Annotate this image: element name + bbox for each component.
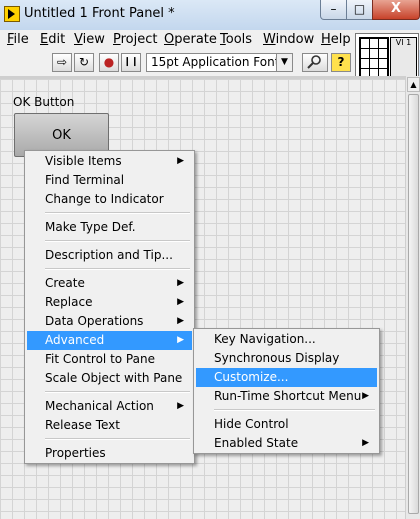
- minimize-icon: –: [330, 2, 337, 16]
- menu-item-label: Make Type Def.: [45, 220, 136, 234]
- ctx-item-fit-control-to-pane[interactable]: Fit Control to Pane: [27, 350, 192, 369]
- menu-item-label: Replace: [45, 295, 93, 309]
- menu-edit[interactable]: Edit: [40, 32, 65, 47]
- submenu-arrow-icon: ▶: [177, 316, 184, 326]
- menu-item-label: Enabled State: [214, 436, 299, 450]
- minimize-button[interactable]: –: [320, 0, 347, 20]
- font-select[interactable]: 15pt Application Font ▼: [146, 53, 293, 72]
- ok-button-label: OK Button: [13, 95, 75, 109]
- menu-view[interactable]: View: [74, 32, 105, 47]
- menu-separator: [45, 268, 190, 270]
- context-help-icon[interactable]: ?: [331, 53, 351, 72]
- menu-item-label: Visible Items: [45, 154, 122, 168]
- menu-item-label: Properties: [45, 446, 106, 460]
- adv-item-enabled-state[interactable]: Enabled State ▶: [196, 434, 377, 453]
- menu-file[interactable]: File: [7, 32, 29, 47]
- menu-separator: [45, 438, 190, 440]
- connector-grid-icon: [359, 37, 389, 79]
- submenu-arrow-icon: ▶: [177, 156, 184, 166]
- title-bar: Untitled 1 Front Panel * – □ X: [0, 0, 420, 30]
- menu-project[interactable]: Project: [113, 32, 158, 47]
- submenu-arrow-icon: ▶: [177, 335, 184, 345]
- vi-icon-label: VI 1: [395, 38, 412, 47]
- menu-help[interactable]: Help: [321, 32, 351, 47]
- menu-item-label: Change to Indicator: [45, 192, 164, 206]
- ctx-item-change-to-indicator[interactable]: Change to Indicator: [27, 190, 192, 209]
- menu-separator: [45, 240, 190, 242]
- chevron-down-icon: ▼: [276, 54, 292, 71]
- ctx-item-create[interactable]: Create ▶: [27, 274, 192, 293]
- submenu-arrow-icon: ▶: [177, 278, 184, 288]
- adv-item-customize[interactable]: Customize...: [196, 368, 377, 387]
- abort-icon[interactable]: ●: [99, 53, 119, 72]
- toolbar: ⇨ ↻ ● ❙❙ 15pt Application Font ▼ ?: [0, 50, 355, 76]
- menu-item-label: Scale Object with Pane: [45, 371, 183, 385]
- maximize-button[interactable]: □: [346, 0, 373, 20]
- ctx-item-mechanical-action[interactable]: Mechanical Action ▶: [27, 397, 192, 416]
- labview-app-icon[interactable]: [4, 6, 20, 22]
- menu-window[interactable]: Window: [263, 32, 314, 47]
- ctx-item-scale-object-with-pane[interactable]: Scale Object with Pane: [27, 369, 192, 388]
- ctx-item-replace[interactable]: Replace ▶: [27, 293, 192, 312]
- submenu-arrow-icon: ▶: [362, 391, 369, 401]
- run-continuously-icon[interactable]: ↻: [74, 53, 94, 72]
- adv-item-run-time-shortcut-menu[interactable]: Run-Time Shortcut Menu ▶: [196, 387, 377, 406]
- menu-item-label: Find Terminal: [45, 173, 125, 187]
- menu-separator: [45, 391, 190, 393]
- ctx-item-properties[interactable]: Properties: [27, 444, 192, 463]
- menu-separator: [45, 212, 190, 214]
- submenu-arrow-icon: ▶: [177, 401, 184, 411]
- menu-tools[interactable]: Tools: [220, 32, 252, 47]
- ctx-item-description-and-tip[interactable]: Description and Tip...: [27, 246, 192, 265]
- adv-item-synchronous-display[interactable]: Synchronous Display: [196, 349, 377, 368]
- context-menu: Visible Items ▶ Find Terminal Change to Ind…: [24, 150, 195, 464]
- ctx-item-advanced[interactable]: Advanced ▶: [27, 331, 192, 350]
- menu-item-label: Mechanical Action: [45, 399, 154, 413]
- menu-item-label: Synchronous Display: [214, 351, 340, 365]
- menu-item-label: Customize...: [214, 370, 289, 384]
- font-select-value: 15pt Application Font: [151, 55, 280, 69]
- ctx-item-release-text[interactable]: Release Text: [27, 416, 192, 435]
- vertical-scrollbar[interactable]: ▲: [405, 76, 420, 519]
- ctx-item-data-operations[interactable]: Data Operations ▶: [27, 312, 192, 331]
- vi-icon: VI 1: [390, 37, 417, 79]
- run-arrow-icon[interactable]: ⇨: [52, 53, 72, 72]
- submenu-arrow-icon: ▶: [362, 438, 369, 448]
- menu-item-label: Advanced: [45, 333, 105, 347]
- menu-item-label: Hide Control: [214, 417, 289, 431]
- connector-pane[interactable]: VI 1: [355, 33, 419, 81]
- ctx-item-make-type-def[interactable]: Make Type Def.: [27, 218, 192, 237]
- ok-button-text: OK: [52, 128, 71, 143]
- menu-item-label: Key Navigation...: [214, 332, 316, 346]
- advanced-submenu: Key Navigation... Synchronous Display Cust…: [193, 328, 380, 454]
- menu-operate[interactable]: Operate: [164, 32, 217, 47]
- pause-icon[interactable]: ❙❙: [121, 53, 141, 72]
- menu-item-label: Fit Control to Pane: [45, 352, 155, 366]
- search-icon[interactable]: [302, 53, 328, 72]
- adv-item-key-navigation[interactable]: Key Navigation...: [196, 330, 377, 349]
- scroll-up-icon[interactable]: ▲: [407, 77, 420, 92]
- submenu-arrow-icon: ▶: [177, 297, 184, 307]
- menu-item-label: Release Text: [45, 418, 120, 432]
- scroll-thumb[interactable]: [408, 94, 419, 514]
- close-icon: X: [390, 1, 402, 16]
- ctx-item-visible-items[interactable]: Visible Items ▶: [27, 152, 192, 171]
- window-title: Untitled 1 Front Panel *: [24, 6, 175, 21]
- ctx-item-find-terminal[interactable]: Find Terminal: [27, 171, 192, 190]
- adv-item-hide-control[interactable]: Hide Control: [196, 415, 377, 434]
- menu-item-label: Description and Tip...: [45, 248, 173, 262]
- menu-item-label: Run-Time Shortcut Menu: [214, 389, 362, 403]
- close-button[interactable]: X: [372, 0, 420, 20]
- maximize-icon: □: [353, 2, 366, 16]
- menu-item-label: Create: [45, 276, 85, 290]
- menu-separator: [214, 409, 375, 411]
- menu-item-label: Data Operations: [45, 314, 144, 328]
